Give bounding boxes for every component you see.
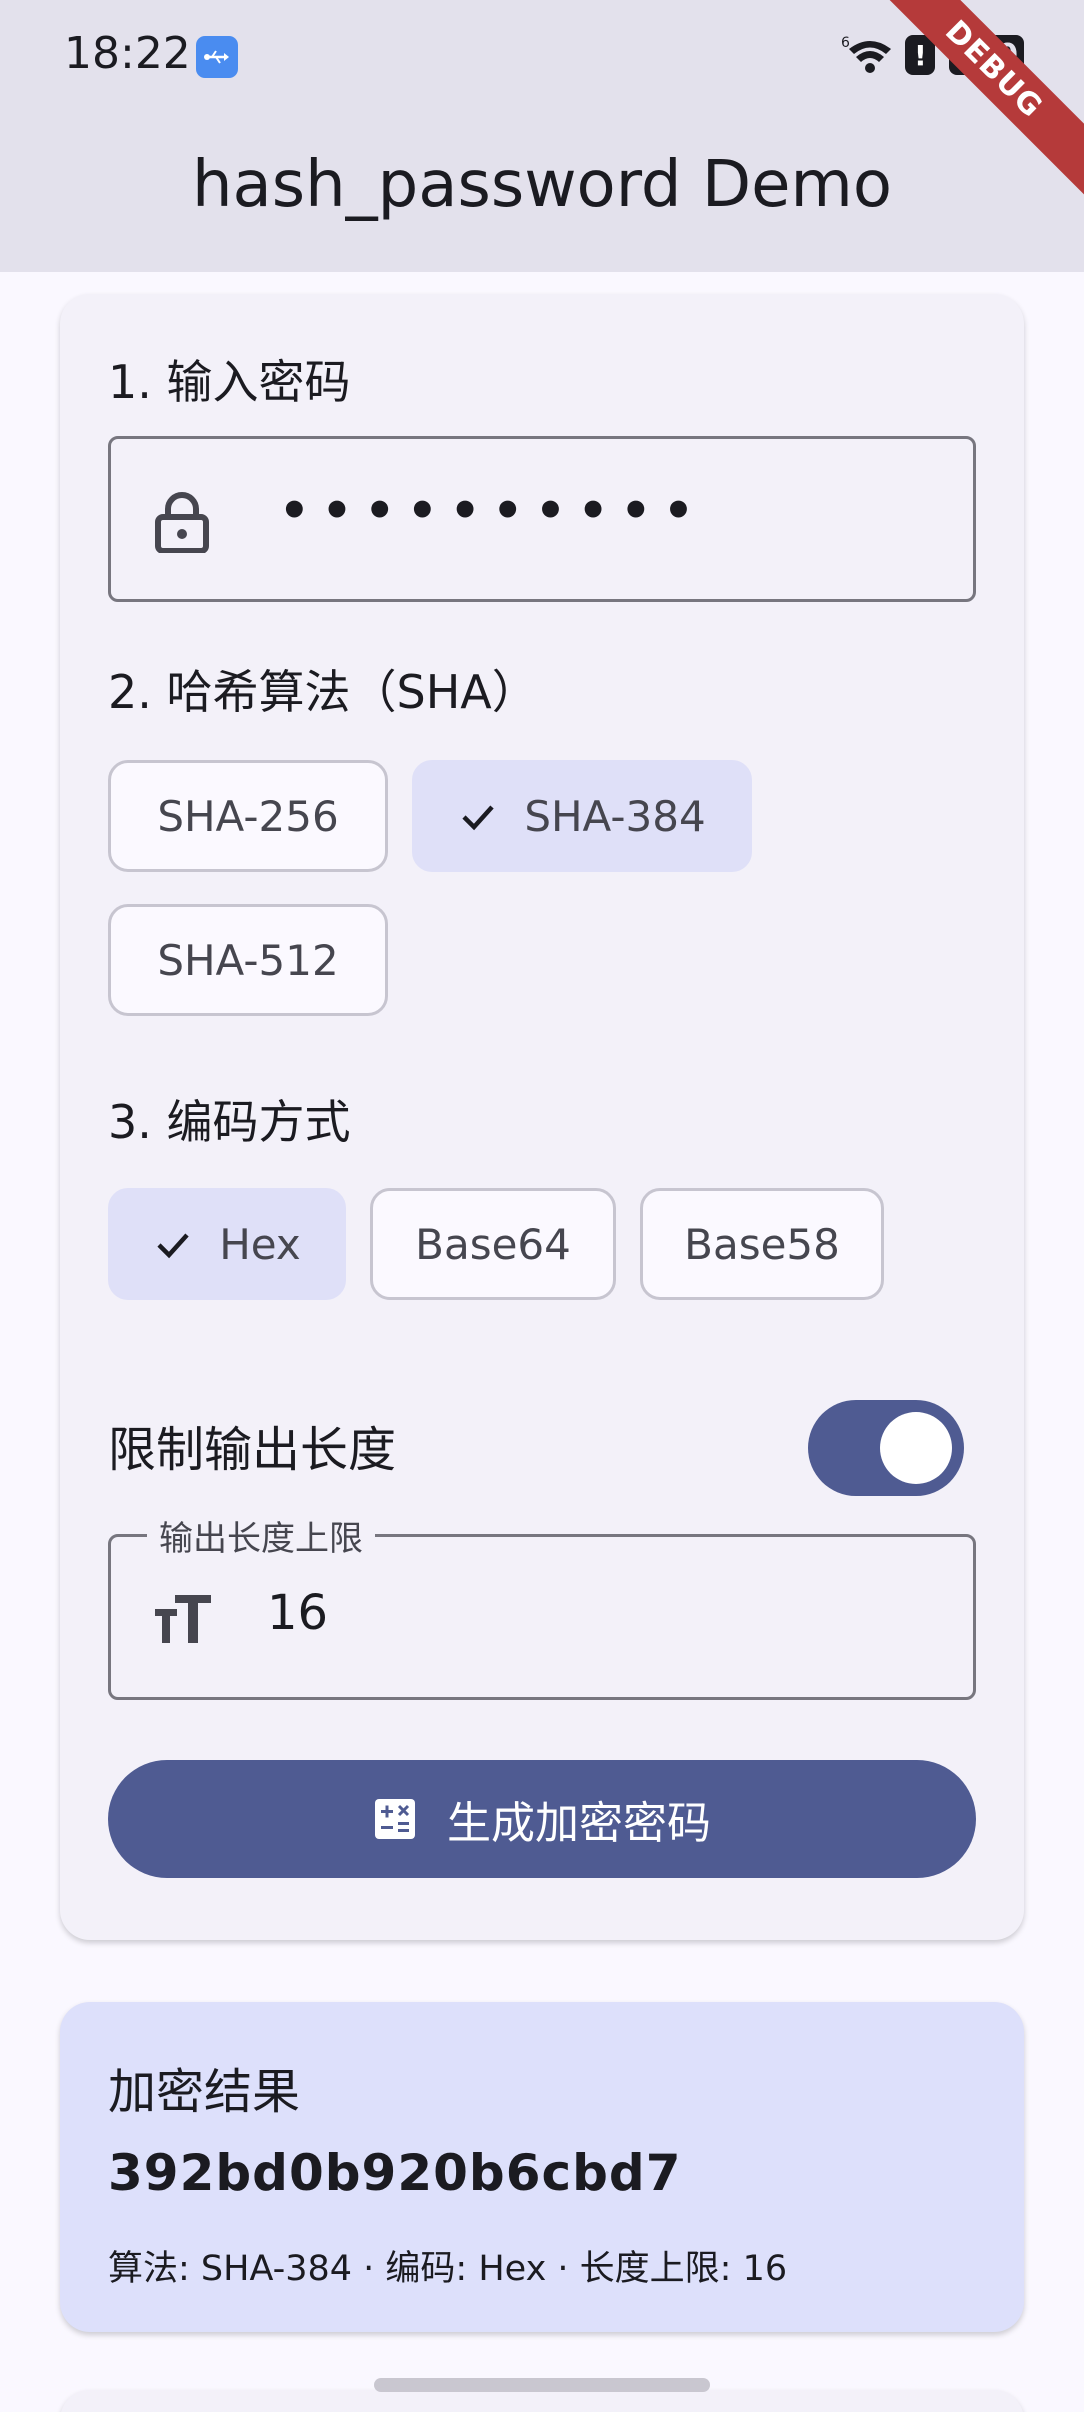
app-bar: 18:22 6 ! 100 DEBUG hash_password Demo — [0, 0, 1084, 272]
generate-button[interactable]: 生成加密密码 — [108, 1760, 976, 1878]
lock-icon — [155, 492, 209, 553]
limit-length-label: 限制输出长度 — [108, 1422, 397, 1478]
chip-label: SHA-384 — [524, 791, 706, 841]
password-field[interactable]: •••••••••• — [108, 436, 976, 602]
chip-label: Hex — [219, 1219, 301, 1269]
password-value: •••••••••• — [279, 483, 706, 539]
status-time: 18:22 — [64, 28, 191, 79]
calculate-icon — [375, 1799, 415, 1839]
generate-button-label: 生成加密密码 — [447, 1798, 711, 1849]
chip-label: SHA-256 — [157, 791, 339, 841]
wifi-icon: 6 — [841, 35, 892, 73]
chip-sha-256[interactable]: SHA-256 — [108, 760, 388, 872]
max-length-value: 16 — [267, 1585, 329, 1641]
max-length-field[interactable]: 输出长度上限 16 — [108, 1511, 976, 1700]
check-icon — [462, 805, 494, 831]
chip-label: Base58 — [684, 1219, 840, 1269]
chip-label: SHA-512 — [157, 935, 339, 985]
check-icon — [157, 1233, 189, 1259]
app-title: hash_password Demo — [191, 148, 893, 222]
home-indicator[interactable] — [374, 2378, 710, 2392]
text-size-icon — [155, 1595, 211, 1643]
result-value: 392bd0b920b6cbd7 — [108, 2144, 682, 2202]
usb-icon — [196, 36, 238, 78]
chip-sha-384[interactable]: SHA-384 — [412, 760, 752, 872]
toggle-knob — [880, 1412, 952, 1484]
chip-label: Base64 — [415, 1219, 571, 1269]
svg-text:6: 6 — [841, 35, 850, 51]
password-section-title: 1. 输入密码 — [108, 355, 351, 409]
result-meta: 算法: SHA-384 · 编码: Hex · 长度上限: 16 — [108, 2249, 788, 2289]
result-title: 加密结果 — [108, 2064, 301, 2120]
algorithm-section-title: 2. 哈希算法（SHA） — [108, 665, 538, 719]
result-card: 加密结果 392bd0b920b6cbd7 算法: SHA-384 · 编码: … — [60, 2002, 1024, 2332]
encoding-section-title: 3. 编码方式 — [108, 1095, 351, 1149]
chip-base64[interactable]: Base64 — [370, 1188, 616, 1300]
chip-sha-512[interactable]: SHA-512 — [108, 904, 388, 1016]
max-length-label: 输出长度上限 — [147, 1511, 375, 1560]
next-card — [60, 2390, 1024, 2412]
form-card: 1. 输入密码 •••••••••• 2. 哈希算法（SHA） SHA-256 … — [60, 294, 1024, 1940]
limit-length-toggle[interactable] — [808, 1400, 964, 1496]
chip-hex[interactable]: Hex — [108, 1188, 346, 1300]
chip-base58[interactable]: Base58 — [640, 1188, 884, 1300]
